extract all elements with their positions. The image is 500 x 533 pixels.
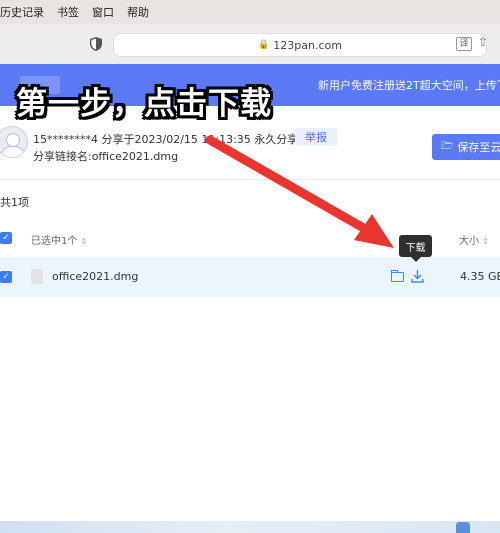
tutorial-step-title: 第一步，点击下载 bbox=[16, 86, 272, 122]
